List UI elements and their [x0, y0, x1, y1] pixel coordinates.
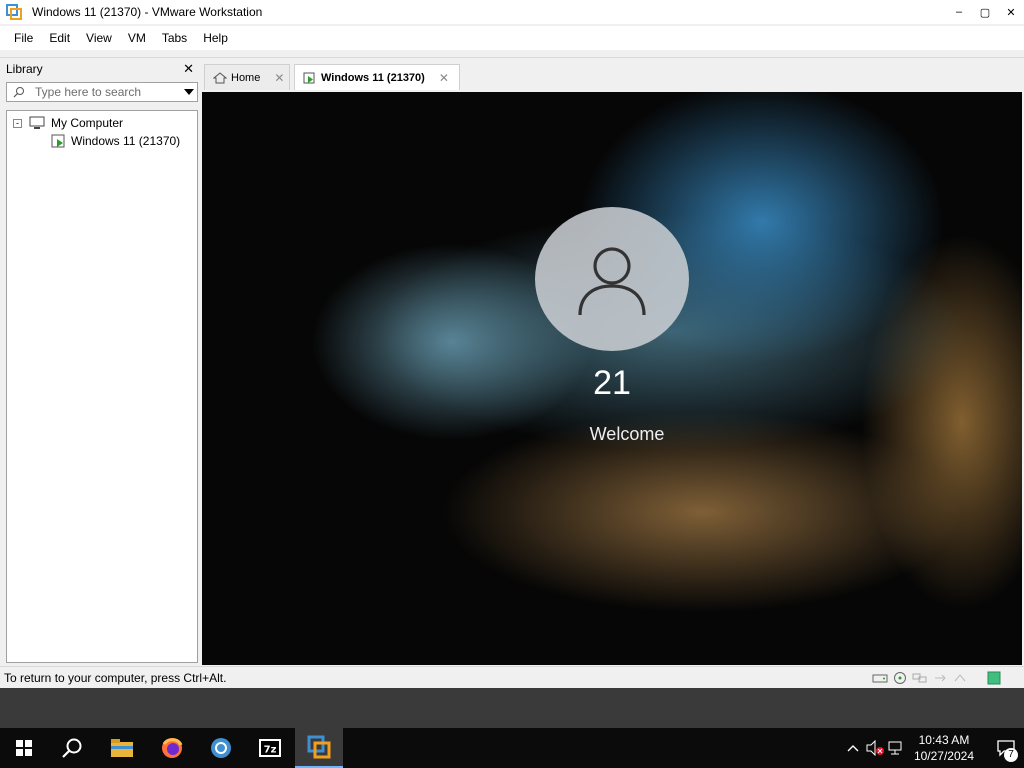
menu-tabs[interactable]: Tabs: [154, 31, 195, 45]
clock-time: 10:43 AM: [918, 733, 970, 747]
user-avatar: [535, 207, 689, 351]
search-icon: [13, 86, 29, 98]
7zip-icon: 7z: [259, 739, 281, 757]
volume-muted-icon[interactable]: [864, 728, 886, 768]
taskbar-clock[interactable]: 10:43 AM 10/27/2024: [914, 732, 974, 764]
tab-label: Home: [231, 71, 261, 84]
search-icon: [62, 738, 82, 758]
tree-item-my-computer[interactable]: - My Computer: [13, 114, 123, 132]
window-title: Windows 11 (21370) - VMware Workstation: [32, 5, 263, 19]
taskbar-7zip[interactable]: 7z: [246, 728, 294, 768]
vmware-icon: [307, 735, 331, 759]
taskbar-firefox[interactable]: [148, 728, 196, 768]
notification-count-badge: 7: [1004, 748, 1018, 762]
status-message: To return to your computer, press Ctrl+A…: [4, 670, 227, 685]
search-dropdown-icon[interactable]: [181, 89, 197, 95]
library-title: Library: [6, 62, 43, 76]
welcome-text: Welcome: [589, 424, 665, 444]
status-spacer: [970, 669, 984, 687]
sound-icon[interactable]: [950, 669, 970, 687]
title-bar: Windows 11 (21370) - VMware Workstation …: [0, 0, 1024, 24]
library-close-icon[interactable]: ✕: [183, 61, 194, 77]
status-bar: To return to your computer, press Ctrl+A…: [0, 666, 1024, 688]
svg-text:7z: 7z: [264, 745, 277, 756]
tree-item-windows-11[interactable]: Windows 11 (21370): [51, 132, 180, 150]
vm-running-icon: [303, 72, 317, 84]
collapse-icon[interactable]: -: [13, 118, 22, 128]
tab-close-icon[interactable]: ✕: [274, 71, 284, 85]
usb-icon[interactable]: [930, 669, 950, 687]
firefox-icon: [162, 738, 183, 758]
vm-console[interactable]: 21 Welcome: [202, 92, 1022, 665]
tree-item-label: My Computer: [51, 116, 124, 130]
username: 21: [593, 364, 631, 402]
maximize-button[interactable]: ▢: [972, 0, 998, 24]
tab-close-icon[interactable]: ✕: [439, 71, 449, 85]
minimize-button[interactable]: –: [946, 0, 972, 24]
network-icon[interactable]: [910, 669, 930, 687]
menu-view[interactable]: View: [78, 31, 120, 45]
taskbar-search-button[interactable]: [48, 728, 96, 768]
notification-center-icon[interactable]: 7: [988, 728, 1024, 768]
library-search-input[interactable]: Type here to search: [6, 82, 198, 102]
system-tray: 10:43 AM 10/27/2024 7: [842, 728, 1024, 768]
hard-disk-icon[interactable]: [870, 669, 890, 687]
start-button[interactable]: [0, 728, 48, 768]
file-explorer-icon: [111, 739, 133, 757]
taskbar-file-explorer[interactable]: [98, 728, 146, 768]
menu-file[interactable]: File: [6, 31, 41, 45]
chrome-icon: [211, 738, 231, 758]
network-status-icon[interactable]: [886, 728, 908, 768]
home-icon: [213, 71, 227, 84]
menu-bar: File Edit View VM Tabs Help: [0, 26, 1024, 50]
library-panel: Library ✕ Type here to search - My Compu…: [0, 58, 202, 665]
close-button[interactable]: ✕: [998, 0, 1024, 24]
chevron-up-icon[interactable]: [842, 728, 864, 768]
vmware-window: Windows 11 (21370) - VMware Workstation …: [0, 0, 1024, 688]
tab-label: Windows 11 (21370): [321, 71, 425, 84]
computer-icon: [29, 116, 45, 130]
start-icon: [16, 740, 32, 756]
menu-edit[interactable]: Edit: [41, 31, 78, 45]
menu-help[interactable]: Help: [195, 31, 236, 45]
search-placeholder: Type here to search: [35, 85, 142, 99]
tab-strip: Home ✕ Windows 11 (21370) ✕: [202, 58, 1024, 92]
tab-home[interactable]: Home ✕: [204, 64, 290, 90]
cd-dvd-icon[interactable]: [890, 669, 910, 687]
clock-date: 10/27/2024: [913, 749, 974, 763]
notes-icon[interactable]: [984, 669, 1004, 687]
vm-running-icon: [51, 134, 67, 148]
taskbar-vmware[interactable]: [295, 728, 343, 768]
vmware-icon: [6, 4, 22, 20]
library-tree: - My Computer Windows 11 (21370): [6, 110, 198, 663]
taskbar-chrome[interactable]: [197, 728, 245, 768]
taskbar: 7z 10:43 AM 10/27/2024 7: [0, 728, 1024, 768]
user-icon: [578, 247, 646, 316]
tree-item-label: Windows 11 (21370): [71, 134, 181, 148]
tab-windows-11[interactable]: Windows 11 (21370) ✕: [294, 64, 460, 90]
menu-vm[interactable]: VM: [120, 31, 154, 45]
